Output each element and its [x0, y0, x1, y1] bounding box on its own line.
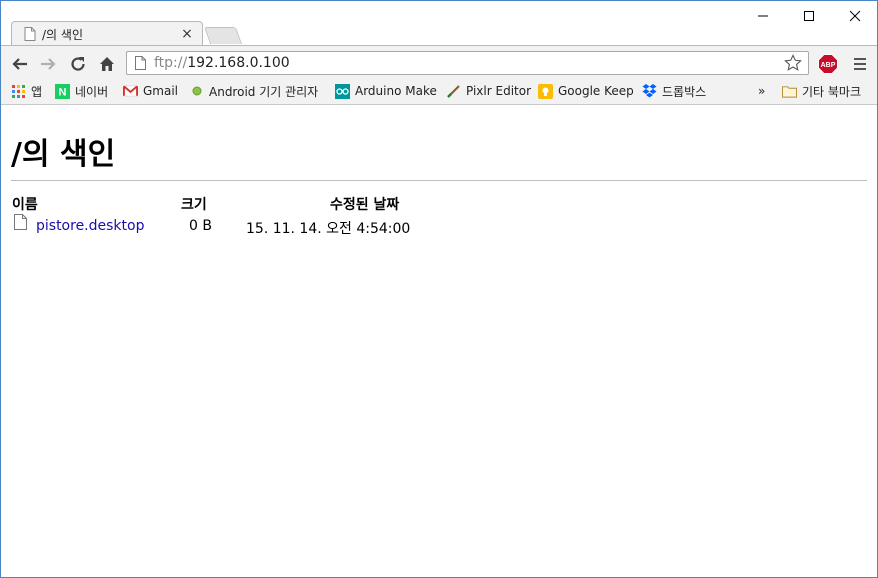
maximize-icon	[804, 11, 814, 21]
divider	[11, 180, 867, 181]
file-modified-date: 15. 11. 14. 오전 4:54:00	[246, 221, 411, 237]
google-keep-icon	[538, 83, 553, 99]
folder-icon	[782, 84, 797, 99]
bookmark-label: Arduino Make	[355, 84, 437, 98]
maximize-button[interactable]	[786, 5, 832, 27]
bookmark-arduino-make[interactable]: Arduino Make	[335, 82, 437, 100]
bookmark-label: 드롭박스	[662, 84, 707, 99]
page-icon	[24, 27, 36, 41]
home-icon	[100, 57, 114, 71]
column-header-size[interactable]: 크기	[181, 194, 207, 214]
browser-window: /의 색인 × ftp://192.168.0.100 ABP 앱 N 네이버 …	[0, 0, 878, 578]
url-text: ftp://192.168.0.100	[154, 55, 782, 71]
naver-icon: N	[55, 83, 70, 99]
table-row: pistore.desktop	[36, 218, 144, 234]
tab-title: /의 색인	[42, 27, 83, 42]
home-button[interactable]	[96, 53, 118, 75]
file-icon	[14, 214, 27, 230]
page-icon	[135, 56, 146, 70]
apps-grid-icon	[11, 84, 26, 99]
android-dot-icon	[189, 84, 204, 99]
bookmark-apps[interactable]: 앱	[11, 82, 42, 100]
bookmark-label: Android 기기 관리자	[209, 84, 319, 99]
forward-button[interactable]	[37, 53, 59, 75]
bookmark-label: 앱	[31, 84, 43, 99]
bookmark-label: 기타 북마크	[802, 84, 862, 99]
browser-tab[interactable]: /의 색인 ×	[11, 21, 203, 46]
column-header-name[interactable]: 이름	[12, 194, 38, 214]
bookmark-label: Pixlr Editor	[466, 84, 532, 98]
bookmarks-bar: 앱 N 네이버 Gmail Android 기기 관리자 Arduino Mak…	[1, 79, 877, 105]
bookmark-star-button[interactable]	[782, 52, 804, 74]
arduino-icon	[335, 83, 350, 99]
bookmarks-overflow-button[interactable]: »	[758, 82, 765, 100]
bookmark-pixlr-editor[interactable]: Pixlr Editor	[446, 82, 531, 100]
bookmark-label: Gmail	[143, 84, 179, 98]
pixlr-brush-icon	[446, 84, 461, 99]
bookmark-naver[interactable]: N 네이버	[55, 82, 108, 100]
title-bar: /의 색인 ×	[1, 1, 877, 46]
reload-icon	[71, 57, 85, 71]
menu-bar-icon	[854, 58, 866, 60]
page-title: /의 색인	[11, 137, 116, 172]
minimize-button[interactable]	[740, 5, 786, 27]
close-icon	[849, 10, 861, 22]
bookmark-android-device-manager[interactable]: Android 기기 관리자	[189, 82, 318, 100]
minimize-icon	[758, 15, 768, 17]
adblock-plus-icon: ABP	[818, 54, 838, 74]
back-arrow-icon	[12, 58, 27, 70]
column-header-modified[interactable]: 수정된 날짜	[330, 194, 399, 214]
bookmark-dropbox[interactable]: 드롭박스	[642, 82, 706, 100]
file-size: 0 B	[189, 218, 212, 234]
bookmark-label: Google Keep	[558, 84, 634, 98]
adblock-plus-button[interactable]: ABP	[818, 54, 838, 74]
bookmark-google-keep[interactable]: Google Keep	[538, 82, 634, 100]
file-link[interactable]: pistore.desktop	[36, 218, 144, 234]
menu-bar-icon	[854, 63, 866, 65]
overflow-chevron-icon: »	[758, 84, 766, 98]
star-icon	[784, 54, 802, 71]
dropbox-icon	[642, 84, 657, 99]
other-bookmarks-folder[interactable]: 기타 북마크	[782, 82, 861, 100]
page-content: /의 색인 이름 크기 수정된 날짜 pistore.desktop 0 B 1…	[1, 105, 877, 577]
forward-arrow-icon	[41, 58, 56, 70]
url-host: 192.168.0.100	[187, 55, 290, 71]
chrome-menu-button[interactable]	[850, 54, 870, 74]
bookmark-gmail[interactable]: Gmail	[123, 82, 178, 100]
address-bar[interactable]: ftp://192.168.0.100	[126, 51, 809, 75]
gmail-icon	[123, 84, 138, 99]
svg-text:ABP: ABP	[821, 62, 836, 69]
close-window-button[interactable]	[832, 5, 877, 27]
back-button[interactable]	[9, 53, 31, 75]
tab-close-icon[interactable]: ×	[178, 26, 196, 42]
svg-text:N: N	[59, 86, 67, 98]
bookmark-label: 네이버	[75, 84, 109, 99]
url-protocol: ftp://	[154, 55, 188, 71]
reload-button[interactable]	[67, 53, 89, 75]
new-tab-button[interactable]	[203, 27, 243, 44]
browser-toolbar: ftp://192.168.0.100 ABP	[1, 45, 877, 80]
menu-bar-icon	[854, 68, 866, 70]
